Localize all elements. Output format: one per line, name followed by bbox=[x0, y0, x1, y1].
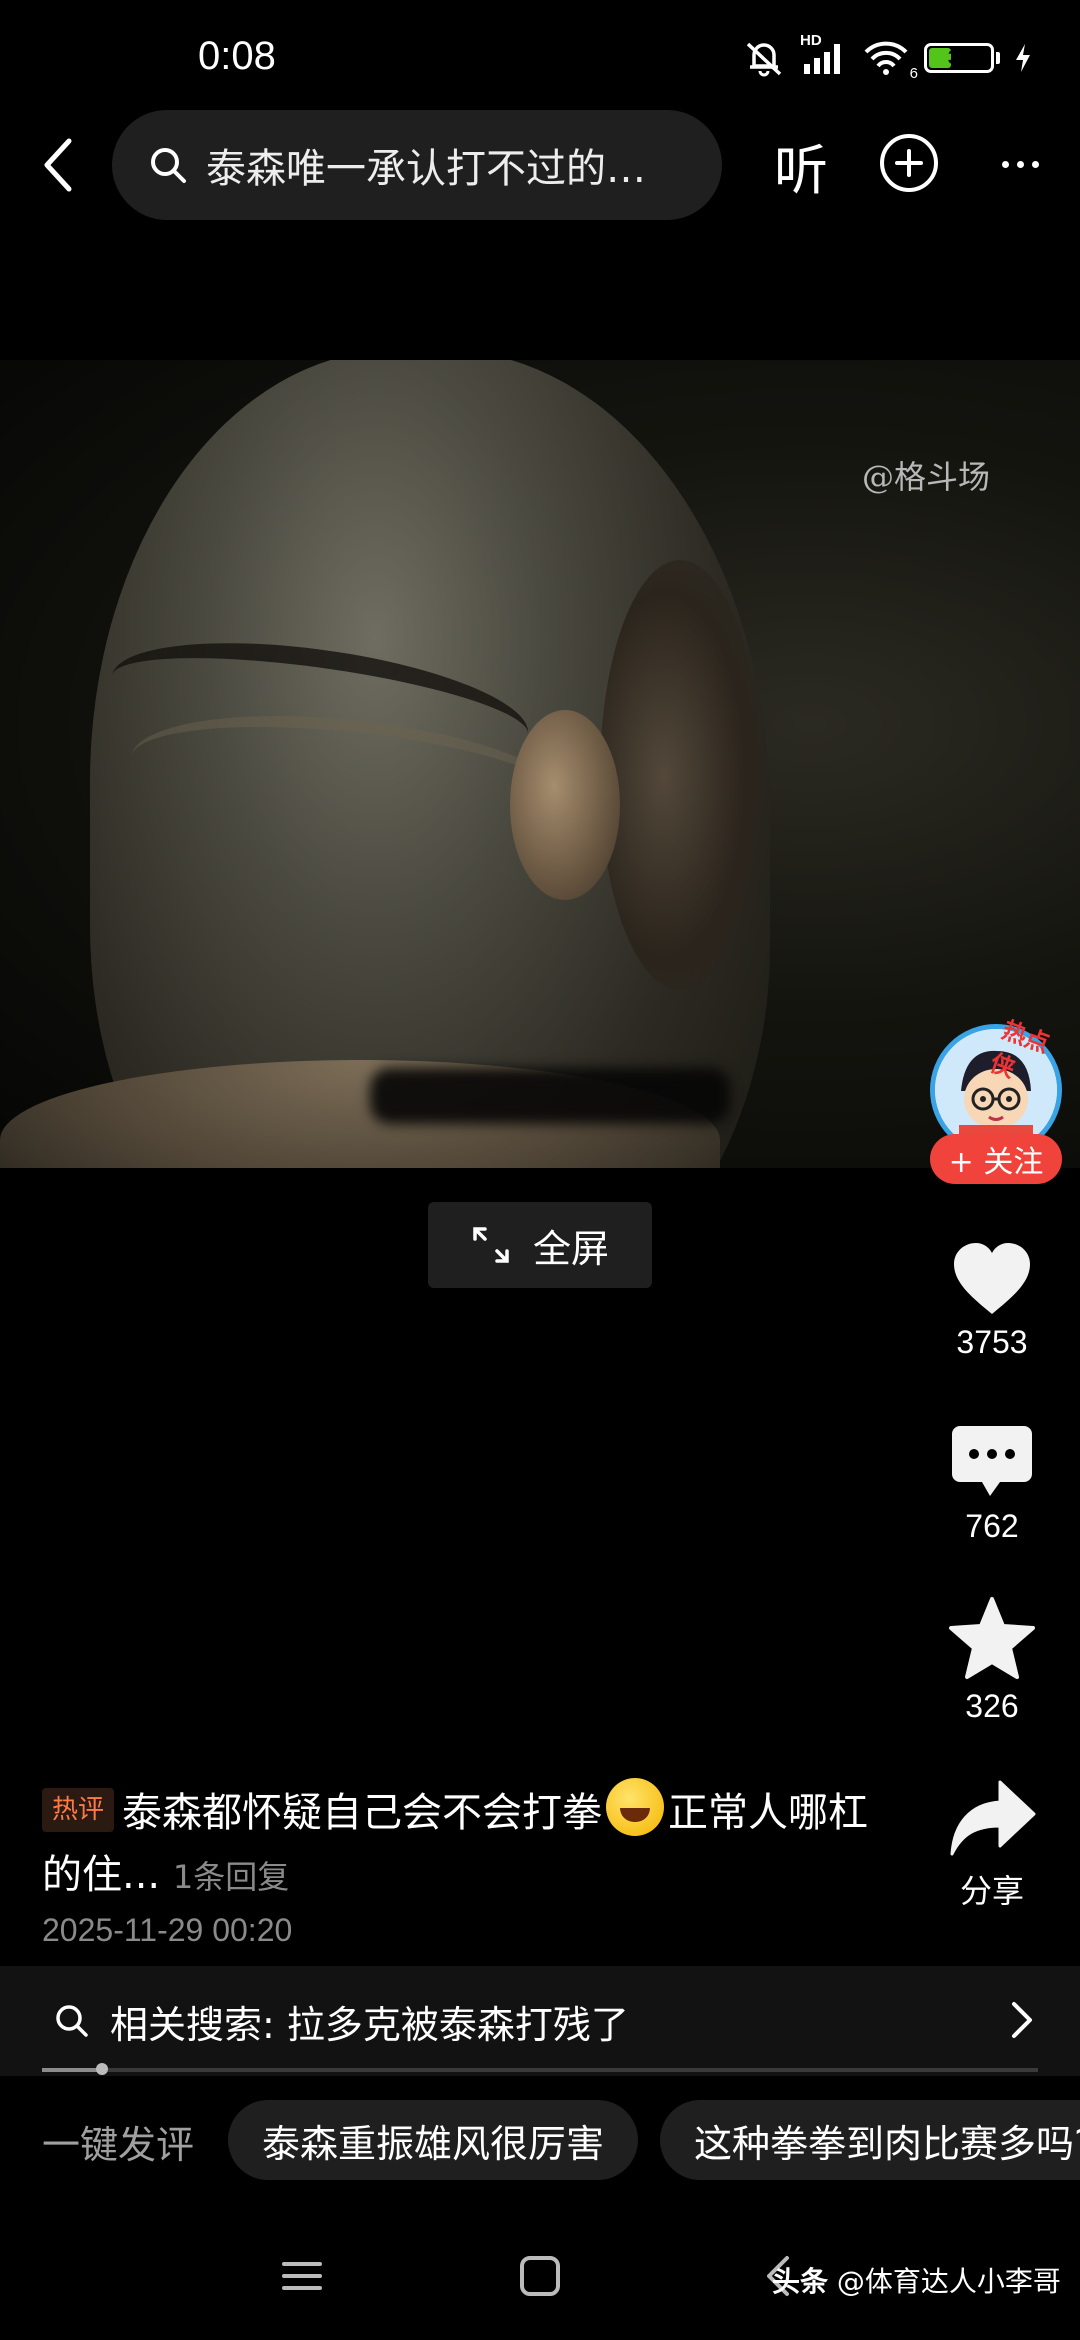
hot-comment-text: 热评 泰森都怀疑自己会不会打拳 正常人哪杠的住... 1条回复 bbox=[42, 1778, 872, 1908]
related-search[interactable]: 相关搜索: 拉多克被泰森打残了 bbox=[0, 1966, 1080, 2076]
square-home-icon bbox=[520, 2256, 560, 2296]
status-icons: HD 6 36 bbox=[742, 32, 1032, 82]
video-progress-bar[interactable] bbox=[42, 2063, 1038, 2075]
add-button[interactable] bbox=[880, 134, 938, 192]
quick-comment-chip[interactable]: 这种拳拳到肉比赛多吗? bbox=[660, 2100, 1080, 2180]
hot-comment-tag: 热评 bbox=[42, 1788, 115, 1832]
more-dot-icon bbox=[1001, 160, 1009, 168]
share-label: 分享 bbox=[959, 1873, 1024, 1909]
author-avatar-group: 热点侠 + 关注 bbox=[926, 1016, 1066, 1204]
comment-bubble-icon bbox=[952, 1426, 1032, 1496]
menu-nav-button[interactable] bbox=[272, 2246, 332, 2306]
blurred-caption bbox=[370, 1068, 730, 1124]
back-button[interactable] bbox=[22, 130, 92, 200]
system-nav-bar: 头条 @体育达人小李哥 bbox=[0, 2220, 1080, 2340]
expand-icon bbox=[473, 1227, 509, 1263]
more-button[interactable] bbox=[990, 134, 1050, 194]
status-bar: 0:08 HD 6 36 bbox=[0, 0, 1080, 110]
battery-percent: 36 bbox=[947, 46, 971, 69]
heart-icon bbox=[954, 1243, 1030, 1314]
listen-button[interactable]: 听 bbox=[766, 130, 836, 202]
quick-comment-label: 一键发评 bbox=[42, 2123, 195, 2167]
favorite-button[interactable]: 326 bbox=[930, 1596, 1054, 1725]
hot-comment[interactable]: 热评 泰森都怀疑自己会不会打拳 正常人哪杠的住... 1条回复 2025-11-29… bbox=[42, 1778, 872, 1949]
reply-count[interactable]: 1条回复 bbox=[173, 1858, 289, 1896]
search-icon bbox=[151, 148, 186, 183]
search-icon bbox=[56, 2005, 88, 2037]
charging-icon bbox=[1016, 44, 1030, 72]
more-dot-icon bbox=[1031, 160, 1039, 168]
home-nav-button[interactable] bbox=[510, 2246, 570, 2306]
video-subject-ear bbox=[510, 710, 620, 900]
follow-button[interactable]: + 关注 bbox=[930, 1134, 1062, 1184]
video-subject-face bbox=[600, 560, 760, 990]
menu-icon bbox=[282, 2262, 322, 2290]
hot-comment-part1: 泰森都怀疑自己会不会打拳 bbox=[122, 1790, 603, 1836]
more-dot-icon bbox=[1016, 160, 1024, 168]
cell-signal-icon: HD bbox=[800, 32, 848, 78]
battery-icon: 36 bbox=[924, 43, 994, 73]
favorite-count: 326 bbox=[965, 1688, 1019, 1724]
share-arrow-icon bbox=[950, 1780, 1036, 1856]
top-bar: 泰森唯一承认打不过的… 听 bbox=[0, 108, 1080, 222]
quick-comment-chip[interactable]: 泰森重振雄风很厉害 bbox=[228, 2100, 639, 2180]
source-watermark: 头条 @体育达人小李哥 bbox=[772, 2260, 1061, 2300]
plus-icon bbox=[895, 149, 923, 177]
video-progress-fill bbox=[42, 2068, 102, 2072]
chevron-right-icon bbox=[1012, 2002, 1032, 2038]
video-watermark: @格斗场 bbox=[862, 458, 991, 496]
chevron-left-icon bbox=[44, 138, 72, 192]
status-time: 0:08 bbox=[198, 34, 276, 78]
search-query: 泰森唯一承认打不过的… bbox=[206, 146, 646, 192]
comment-button[interactable]: 762 bbox=[930, 1424, 1054, 1545]
wifi-icon: 6 bbox=[862, 38, 918, 82]
comment-date: 2025-11-29 00:20 bbox=[42, 1912, 293, 1948]
laughing-crying-emoji-icon bbox=[606, 1778, 665, 1836]
mute-icon bbox=[746, 42, 782, 77]
wifi-label: 6 bbox=[909, 65, 918, 82]
related-search-label: 相关搜索: 拉多克被泰森打残了 bbox=[110, 2002, 629, 2047]
video-player[interactable]: @格斗场 bbox=[0, 360, 1080, 1168]
search-bar[interactable]: 泰森唯一承认打不过的… bbox=[112, 110, 722, 220]
share-button[interactable]: 分享 bbox=[930, 1778, 1054, 1912]
battery-tip bbox=[996, 52, 1000, 64]
like-count: 3753 bbox=[956, 1324, 1028, 1360]
fullscreen-label: 全屏 bbox=[532, 1226, 609, 1271]
star-icon bbox=[949, 1597, 1035, 1679]
fullscreen-button[interactable]: 全屏 bbox=[428, 1202, 652, 1288]
like-button[interactable]: 3753 bbox=[930, 1240, 1054, 1361]
signal-label: HD bbox=[800, 32, 822, 49]
quick-comment-bar: 一键发评 泰森重振雄风很厉害 这种拳拳到肉比赛多吗? bbox=[0, 2100, 1080, 2180]
source-user: @体育达人小李哥 bbox=[836, 2265, 1061, 2298]
source-brand: 头条 bbox=[772, 2265, 829, 2298]
video-progress-knob[interactable] bbox=[95, 2063, 108, 2075]
comment-count: 762 bbox=[965, 1508, 1019, 1544]
